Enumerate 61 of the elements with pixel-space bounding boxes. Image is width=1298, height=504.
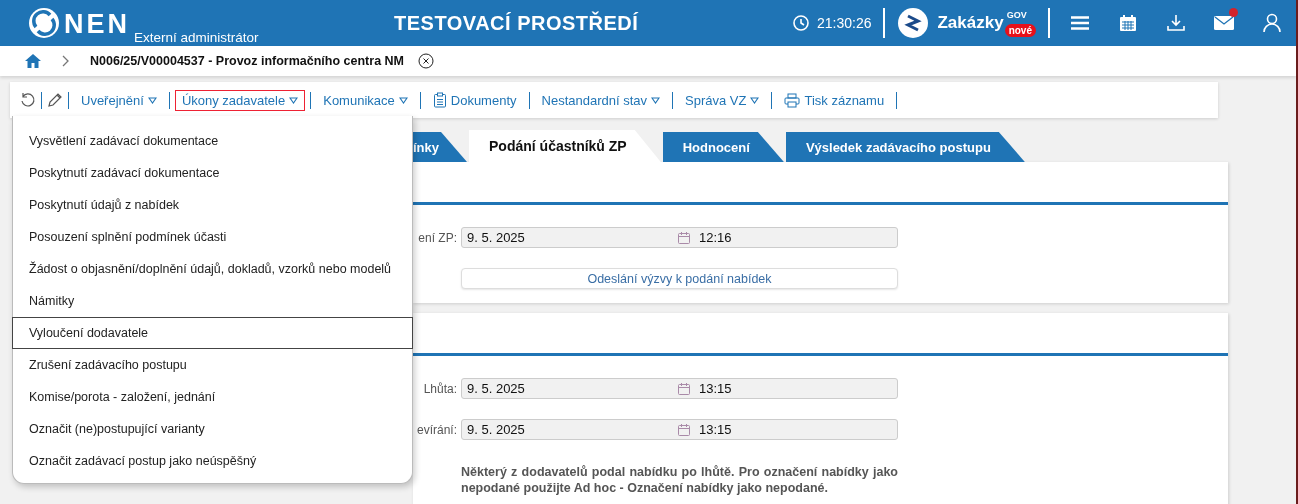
menu-item[interactable]: Zrušení zadávacího postupu	[12, 349, 413, 381]
toolbar-menu-item[interactable]: Komunikace	[316, 89, 415, 111]
mail-icon[interactable]	[1214, 16, 1234, 30]
menu-item[interactable]: Označit zadávací postup jako neúspěšný	[12, 445, 413, 477]
menu-item[interactable]: Poskytnutí údajů z nabídek	[12, 189, 413, 221]
toolbar-menu-item[interactable]: Uveřejnění	[74, 89, 164, 111]
zakazky-logo-icon	[897, 7, 930, 39]
toolbar-menu-item[interactable]: Tisk záznamu	[777, 89, 892, 111]
datetime-field[interactable]: 9. 5. 2025 13:15	[461, 419, 898, 440]
datetime-field[interactable]: 9. 5. 2025 13:15	[461, 378, 898, 399]
home-icon[interactable]	[24, 53, 42, 69]
toolbar-menu-item[interactable]: Dokumenty	[425, 89, 524, 111]
new-badge: nové	[1004, 23, 1036, 37]
logo-icon	[28, 7, 60, 39]
menu-item[interactable]: Posouzení splnění podmínek účasti	[12, 221, 413, 253]
tab[interactable]: Výsledek zadávacího postupu	[785, 132, 1025, 162]
toolbar-menu-item[interactable]: Nestandardní stav	[534, 89, 668, 111]
field-label: evírání:	[415, 422, 457, 437]
chevron-icon	[62, 55, 70, 67]
close-icon[interactable]	[418, 53, 434, 69]
menu-item[interactable]: Vyloučení dodavatele	[12, 317, 413, 349]
role-label: Externí administrátor	[134, 31, 259, 45]
printer-icon	[784, 92, 801, 108]
user-icon[interactable]	[1263, 13, 1281, 33]
field-label: Lhůta:	[422, 381, 457, 396]
tab[interactable]: Podání účastníků ZP	[469, 130, 661, 162]
field-label: ení ZP:	[417, 230, 457, 245]
menu-item[interactable]: Žádost o objasnění/doplnění údajů, dokladů, vzorků nebo modelů	[12, 253, 413, 285]
toolbar-menu-item[interactable]: Úkony zadavatele	[174, 89, 306, 111]
calendar-icon[interactable]	[677, 230, 691, 245]
clock-icon	[792, 15, 809, 31]
pencil-icon[interactable]	[47, 92, 63, 108]
caret-icon	[147, 96, 157, 104]
late-offer-note: Některý z dodavatelů podal nabídku po lhůtě. Pro označení nabídky jako nepodané použijte Ad hoc - Označení nabídky jako nepodané.	[461, 464, 898, 496]
tab[interactable]: Hodnocení	[662, 132, 784, 162]
toolbar-menu-item[interactable]: Správa VZ	[678, 89, 767, 111]
download-icon[interactable]	[1167, 14, 1185, 32]
caret-icon	[398, 96, 408, 104]
menu-item[interactable]: Označit (ne)postupující varianty	[12, 413, 413, 445]
menu-item[interactable]: Vysvětlení zadávací dokumentace	[12, 125, 413, 157]
menu-icon[interactable]	[1071, 16, 1089, 30]
datetime-field[interactable]: 9. 5. 2025 12:16	[461, 227, 898, 248]
menu-item[interactable]: Námitky	[12, 285, 413, 317]
product-name: NEN	[64, 9, 130, 39]
clipboard-icon	[432, 92, 447, 108]
breadcrumb-title[interactable]: N006/25/V00004537 - Provoz informačního centra NM	[90, 54, 404, 68]
brand-superscript: GOV	[1006, 10, 1027, 20]
brand-name: Zakázky	[937, 13, 1004, 33]
calendar-icon[interactable]	[677, 422, 691, 437]
caret-icon	[750, 96, 760, 104]
tab[interactable]: ínky	[413, 132, 467, 162]
calendar-icon[interactable]	[677, 381, 691, 396]
calendar-icon[interactable]	[1119, 14, 1137, 32]
clock-time: 21:30:26	[816, 15, 872, 31]
send-invitation-button[interactable]: Odeslání výzvy k podání nabídek	[461, 268, 898, 289]
menu-item[interactable]: Komise/porota - založení, jednání	[12, 381, 413, 413]
menu-item[interactable]: Poskytnutí zadávací dokumentace	[12, 157, 413, 189]
caret-icon	[289, 96, 299, 104]
environment-title: TESTOVACÍ PROSTŘEDÍ	[393, 11, 640, 35]
caret-icon	[651, 96, 661, 104]
refresh-icon[interactable]	[20, 92, 36, 108]
